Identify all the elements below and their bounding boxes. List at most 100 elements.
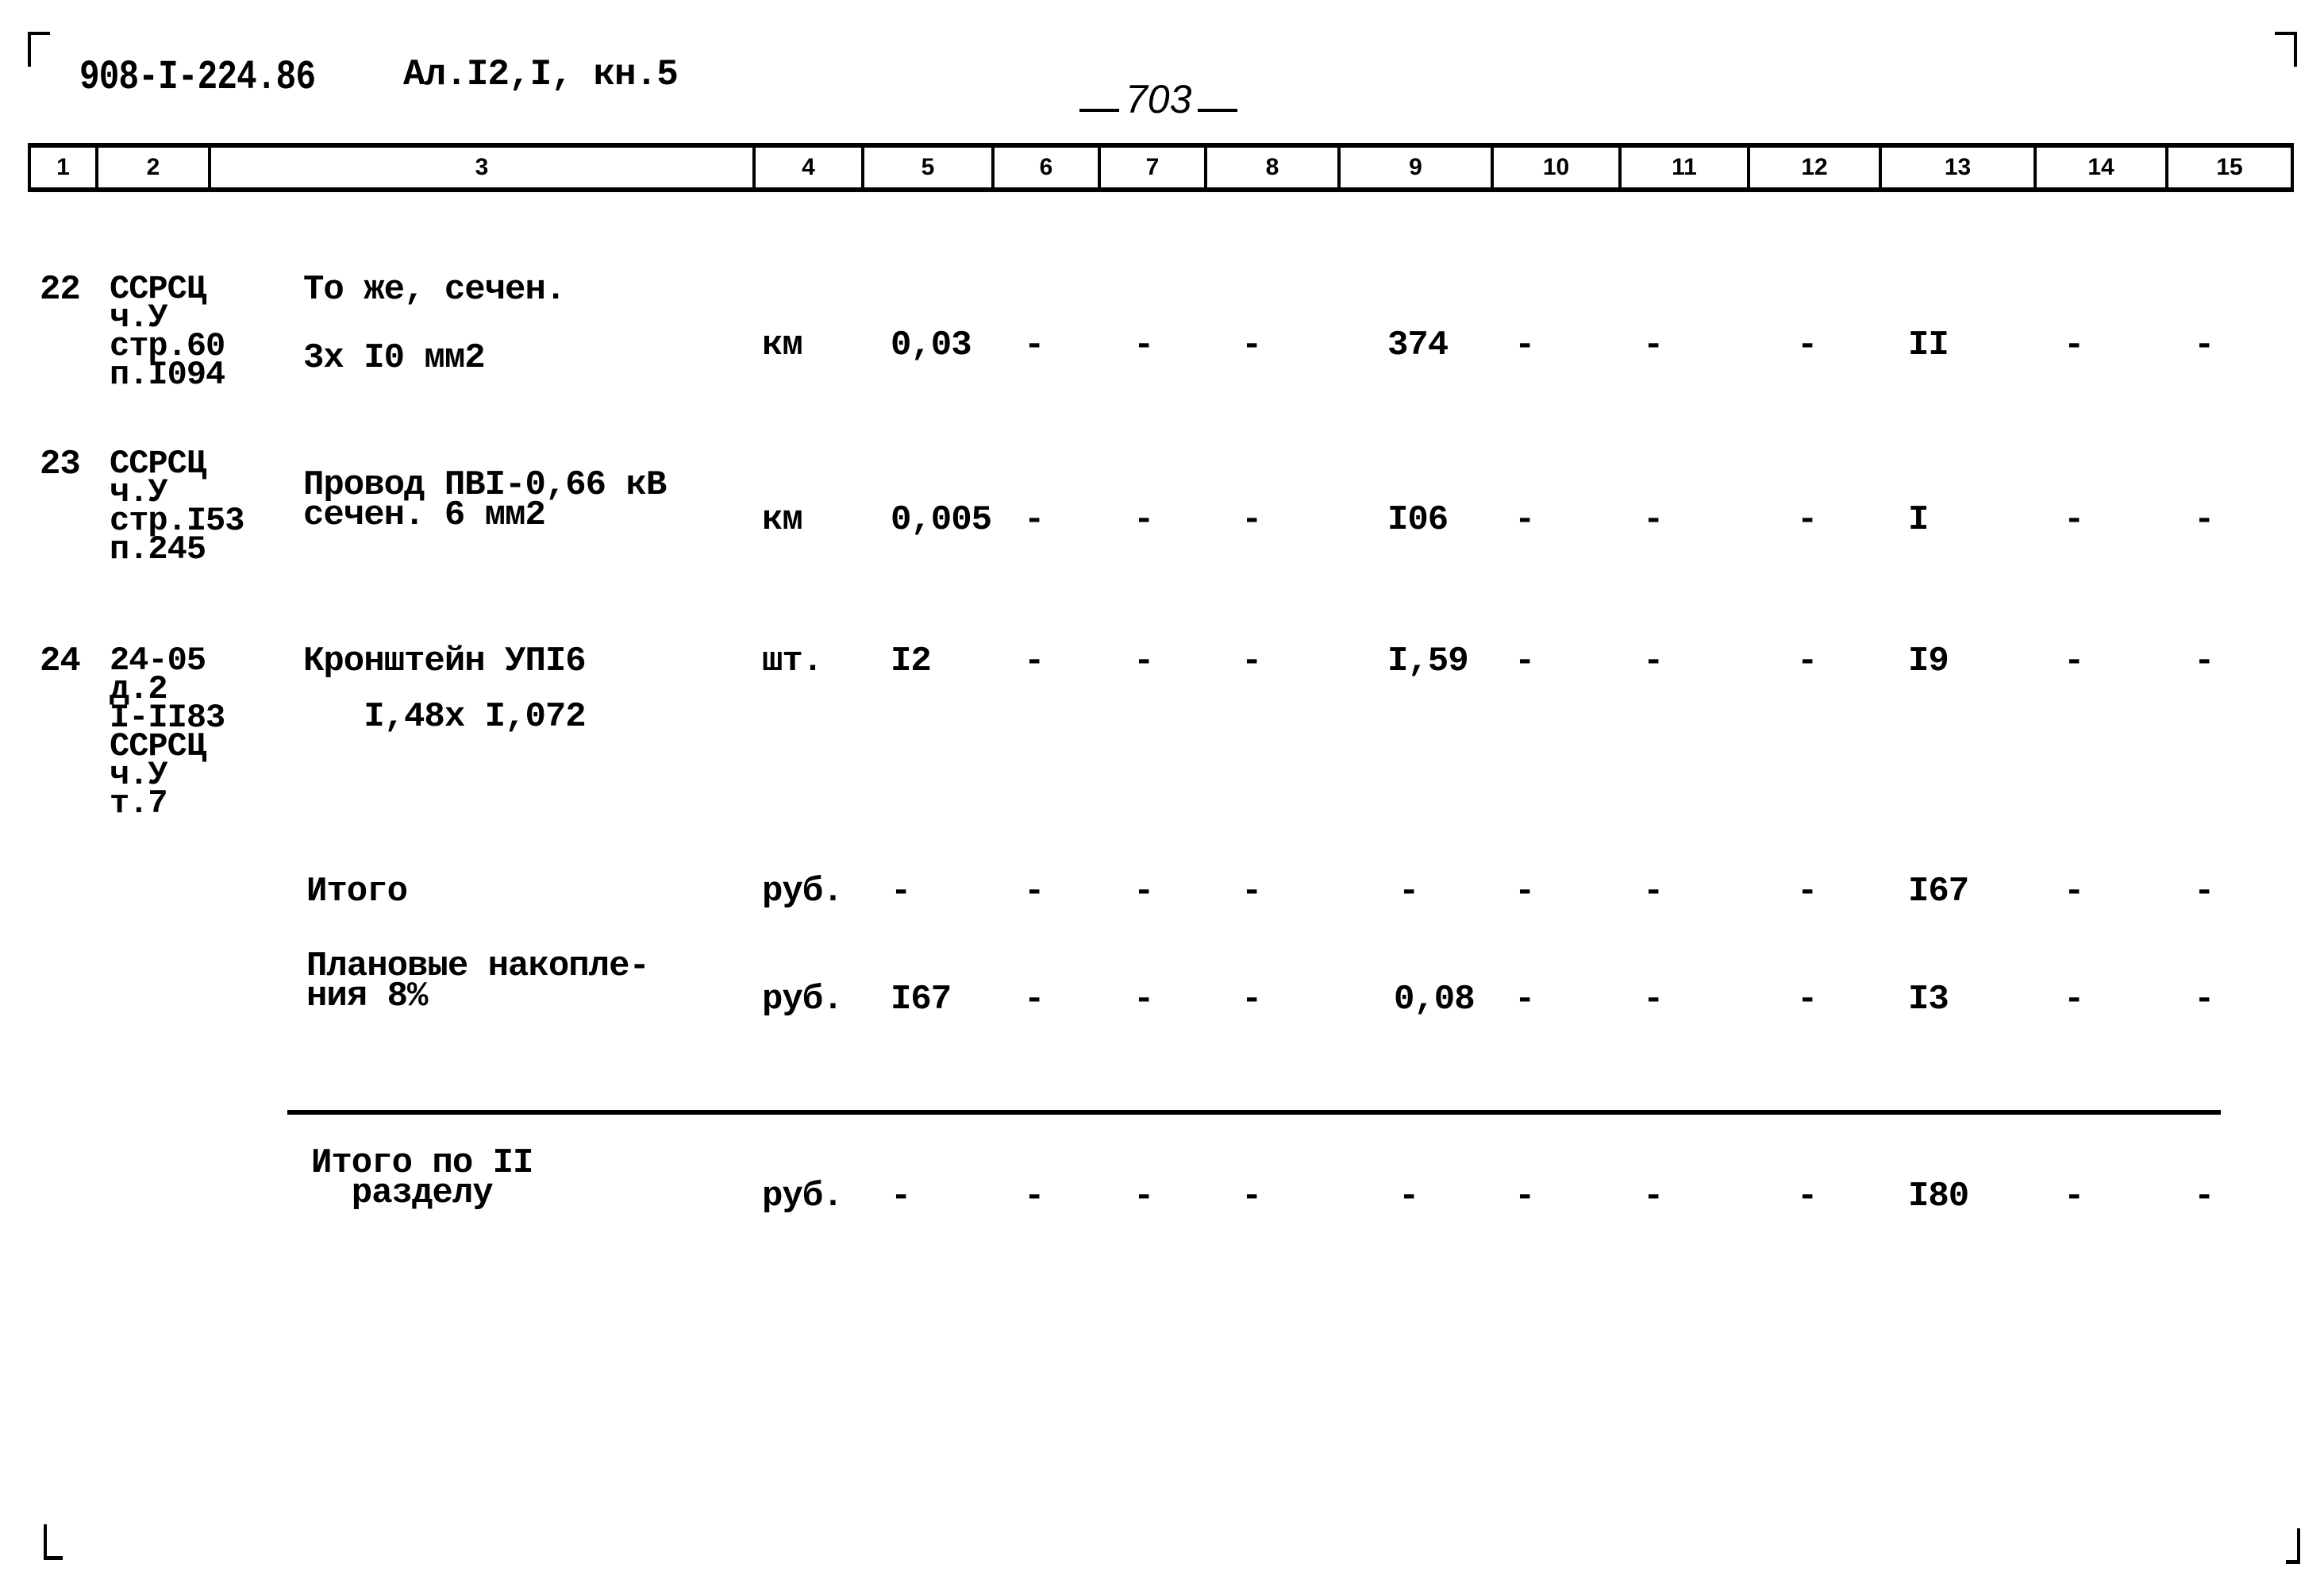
cell-c8: - — [1241, 1177, 1262, 1216]
corner-mark-top-right — [2275, 32, 2297, 67]
cell-c11: - — [1643, 326, 1664, 365]
cell-c13: II — [1908, 326, 1949, 365]
cell-c11: - — [1643, 641, 1664, 681]
page-number: 703 — [1073, 76, 1244, 122]
row-unit: шт. — [762, 641, 823, 681]
cell-c13: I80 — [1908, 1177, 1969, 1216]
corner-mark-bottom-left — [44, 1524, 63, 1560]
cell-c14: - — [2064, 872, 2084, 911]
corner-mark-bottom-right — [2286, 1528, 2300, 1564]
cell-c6: - — [1024, 1177, 1045, 1216]
column-number-header: 1 2 3 4 5 6 7 8 9 10 11 12 13 14 15 — [28, 143, 2294, 192]
cell-c12: - — [1797, 872, 1818, 911]
cell-c9: - — [1399, 872, 1419, 911]
cell-c10: - — [1514, 872, 1535, 911]
cell-c14: - — [2064, 980, 2084, 1019]
cell-c8: - — [1241, 980, 1262, 1019]
cell-c5: - — [891, 872, 911, 911]
column-header-7: 7 — [1098, 148, 1204, 187]
cell-c6: - — [1024, 980, 1045, 1019]
cell-c10: - — [1514, 500, 1535, 540]
cell-c7: - — [1133, 641, 1154, 681]
row-unit: руб. — [762, 872, 844, 911]
subtotal-label: Итого — [306, 872, 408, 911]
cell-c13: I67 — [1908, 872, 1969, 911]
column-header-1: 1 — [28, 148, 95, 187]
cell-c11: - — [1643, 980, 1664, 1019]
column-header-5: 5 — [861, 148, 991, 187]
cell-c15: - — [2194, 641, 2214, 681]
cell-c12: - — [1797, 1177, 1818, 1216]
column-header-15: 15 — [2165, 148, 2294, 187]
column-header-9: 9 — [1337, 148, 1491, 187]
row-description: То же, сечен. 3х I0 мм2 — [303, 270, 566, 378]
column-header-8: 8 — [1204, 148, 1337, 187]
cell-c7: - — [1133, 872, 1154, 911]
cell-c13: I — [1908, 500, 1929, 540]
cell-c15: - — [2194, 500, 2214, 540]
row-description: Кронштейн УПI6 I,48х I,072 — [303, 641, 587, 737]
cell-c8: - — [1241, 326, 1262, 365]
row-number: 24 — [40, 641, 81, 681]
row-unit: руб. — [762, 1177, 844, 1216]
row-unit: км — [762, 326, 803, 365]
cell-c8: - — [1241, 500, 1262, 540]
cell-c5: 0,005 — [891, 500, 992, 540]
cell-c7: - — [1133, 1177, 1154, 1216]
column-header-14: 14 — [2034, 148, 2165, 187]
cell-c5: - — [891, 1177, 911, 1216]
cell-c13: I9 — [1908, 641, 1949, 681]
cell-c7: - — [1133, 980, 1154, 1019]
cell-c12: - — [1797, 980, 1818, 1019]
section-divider-line — [287, 1110, 2221, 1115]
row-number: 23 — [40, 445, 81, 484]
row-description: Провод ПВI-0,66 кВ сечен. 6 мм2 — [303, 465, 667, 535]
row-source: ССРСЦ ч.У стр.60 п.I094 — [110, 270, 225, 394]
album-reference: Ал.I2,I, кн.5 — [403, 54, 679, 95]
cell-c15: - — [2194, 872, 2214, 911]
cell-c6: - — [1024, 326, 1045, 365]
cell-c12: - — [1797, 641, 1818, 681]
column-header-6: 6 — [991, 148, 1098, 187]
cell-c10: - — [1514, 326, 1535, 365]
cell-c9: I,59 — [1387, 641, 1469, 681]
cell-c7: - — [1133, 326, 1154, 365]
column-header-2: 2 — [95, 148, 208, 187]
cell-c5: I67 — [891, 980, 952, 1019]
cell-c10: - — [1514, 980, 1535, 1019]
cell-c12: - — [1797, 326, 1818, 365]
column-header-4: 4 — [752, 148, 861, 187]
column-header-12: 12 — [1747, 148, 1879, 187]
row-unit: км — [762, 500, 803, 540]
cell-c8: - — [1241, 641, 1262, 681]
cell-c15: - — [2194, 1177, 2214, 1216]
column-header-11: 11 — [1618, 148, 1747, 187]
column-header-13: 13 — [1879, 148, 2034, 187]
cell-c14: - — [2064, 1177, 2084, 1216]
cell-c14: - — [2064, 500, 2084, 540]
cell-c13: I3 — [1908, 980, 1949, 1019]
row-source: ССРСЦ ч.У стр.I53 п.245 — [110, 445, 244, 568]
row-number: 22 — [40, 270, 81, 310]
cell-c6: - — [1024, 641, 1045, 681]
cell-c11: - — [1643, 500, 1664, 540]
cell-c8: - — [1241, 872, 1262, 911]
cell-c10: - — [1514, 1177, 1535, 1216]
cell-c11: - — [1643, 1177, 1664, 1216]
section-total-label: Итого по II разделу — [311, 1143, 533, 1213]
cell-c5: 0,03 — [891, 326, 972, 365]
cell-c9: 0,08 — [1394, 980, 1476, 1019]
cell-c14: - — [2064, 641, 2084, 681]
cell-c7: - — [1133, 500, 1154, 540]
row-source: 24-05 д.2 I-II83 ССРСЦ ч.У т.7 — [110, 641, 225, 823]
cell-c5: I2 — [891, 641, 932, 681]
cell-c9: 374 — [1387, 326, 1449, 365]
cell-c9: - — [1399, 1177, 1419, 1216]
row-unit: руб. — [762, 980, 844, 1019]
cell-c9: I06 — [1387, 500, 1449, 540]
cell-c6: - — [1024, 500, 1045, 540]
column-header-10: 10 — [1491, 148, 1618, 187]
column-header-3: 3 — [208, 148, 752, 187]
cell-c14: - — [2064, 326, 2084, 365]
cell-c11: - — [1643, 872, 1664, 911]
